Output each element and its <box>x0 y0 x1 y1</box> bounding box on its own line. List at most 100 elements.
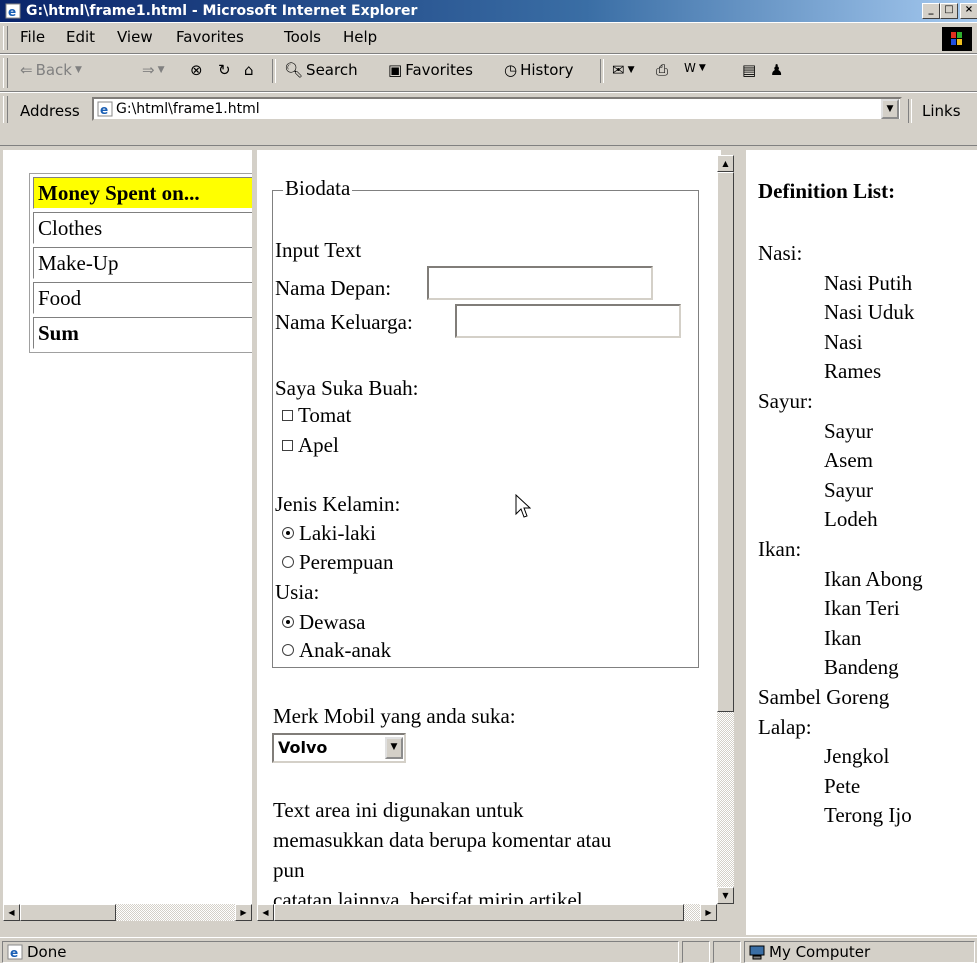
standard-toolbar: ⇐ Back ▼ ⇒ ▼ ⊗ ↻ ⌂ 🔍︎ Search ▣ Favorites ◷ His… <box>0 54 977 92</box>
definition-description: Lodeh <box>824 507 878 532</box>
ie-page-icon: e <box>7 944 23 960</box>
discuss-button[interactable]: ▤ <box>742 61 756 79</box>
radio-perempuan[interactable]: Perempuan <box>282 550 393 575</box>
definition-term: Sayur: <box>758 388 813 413</box>
definition-list-title: Definition List: <box>758 179 896 203</box>
title-bar[interactable]: e G:\html\frame1.html - Microsoft Intern… <box>0 0 977 22</box>
menu-grip[interactable] <box>3 26 8 50</box>
left-frame: Money Spent on... Clothes Make-Up Food S… <box>3 150 252 904</box>
status-bar: e Done My Computer <box>0 937 977 963</box>
menu-tools[interactable]: Tools <box>284 28 321 46</box>
messenger-button[interactable]: ♟ <box>770 61 783 79</box>
back-label: Back <box>35 61 72 79</box>
definition-description: Ikan <box>824 625 862 650</box>
stop-button[interactable]: ⊗ <box>190 61 203 79</box>
definition-description: Sayur <box>824 418 873 443</box>
back-arrow-icon: ⇐ <box>20 61 33 79</box>
radio-button-checked[interactable] <box>282 527 294 540</box>
radio-label: Dewasa <box>299 610 366 634</box>
forward-arrow-icon: ⇒ <box>142 61 155 79</box>
checkbox-label: Apel <box>298 433 339 457</box>
back-button[interactable]: ⇐ Back ▼ <box>20 61 82 79</box>
table-header-cell: Money Spent on... <box>33 177 252 209</box>
definition-description: Rames <box>824 359 882 384</box>
status-pane <box>682 941 710 963</box>
radio-anak-anak[interactable]: Anak-anak <box>282 638 391 663</box>
radio-button[interactable] <box>282 644 294 657</box>
checkbox-box[interactable] <box>282 439 293 451</box>
definition-term: Ikan: <box>758 536 802 561</box>
messenger-icon: ♟ <box>770 61 784 79</box>
mail-button[interactable]: ✉ ▼ <box>612 61 635 79</box>
mouse-cursor-icon <box>515 494 531 518</box>
menu-edit[interactable]: Edit <box>66 28 95 46</box>
scroll-thumb[interactable] <box>717 172 734 712</box>
home-button[interactable]: ⌂ <box>244 61 254 79</box>
scroll-right-button[interactable]: ▶ <box>700 904 717 921</box>
checkbox-tomat[interactable]: Tomat <box>282 403 351 428</box>
buah-label: Saya Suka Buah: <box>275 376 419 400</box>
radio-label: Laki-laki <box>299 521 376 545</box>
favorites-button[interactable]: ▣ Favorites <box>388 61 473 79</box>
textarea-line: catatan lainnya, bersifat mirip artikel. <box>273 888 588 904</box>
discuss-icon: ▤ <box>742 61 757 79</box>
definition-description: Terong Ijo <box>824 803 912 828</box>
nama-keluarga-label: Nama Keluarga: <box>275 310 413 334</box>
usia-label: Usia: <box>275 580 320 604</box>
table-cell-clothes: Clothes <box>33 212 252 244</box>
definition-description: Ikan Abong <box>824 566 923 591</box>
mobil-select[interactable]: Volvo ▼ <box>272 733 406 763</box>
toolbar-separator <box>272 59 276 83</box>
print-button[interactable]: ⎙ <box>656 61 668 79</box>
zone-text: My Computer <box>769 943 871 961</box>
definition-description: Nasi <box>824 329 863 354</box>
menu-file[interactable]: File <box>20 28 45 46</box>
mobil-label: Merk Mobil yang anda suka: <box>273 704 516 728</box>
address-dropdown-button[interactable]: ▼ <box>881 99 899 119</box>
forward-button[interactable]: ⇒ ▼ <box>142 61 165 79</box>
address-input[interactable]: e G:\html\frame1.html <box>92 97 902 121</box>
radio-laki-laki[interactable]: Laki-laki <box>282 521 376 546</box>
search-label: Search <box>306 61 358 79</box>
maximize-button[interactable]: □ <box>940 3 958 19</box>
scroll-left-button[interactable]: ◀ <box>3 904 20 921</box>
mobil-selected-value: Volvo <box>278 738 328 757</box>
textarea-line: pun <box>273 858 305 882</box>
nama-depan-input[interactable] <box>427 266 653 300</box>
nama-keluarga-input[interactable] <box>455 304 681 338</box>
links-button[interactable]: Links <box>922 102 961 120</box>
radio-button-checked[interactable] <box>282 616 294 629</box>
scroll-thumb[interactable] <box>274 904 684 921</box>
definition-description: Nasi Uduk <box>824 300 915 325</box>
radio-button[interactable] <box>282 556 294 569</box>
select-dropdown-button[interactable]: ▼ <box>385 737 403 759</box>
toolbar-grip[interactable] <box>3 58 8 88</box>
svg-text:e: e <box>8 5 16 19</box>
close-button[interactable]: × <box>960 3 977 19</box>
chevron-down-icon: ▼ <box>698 63 706 73</box>
scroll-left-button[interactable]: ◀ <box>257 904 274 921</box>
radio-dewasa[interactable]: Dewasa <box>282 610 365 635</box>
checkbox-apel[interactable]: Apel <box>282 433 339 458</box>
chevron-down-icon: ▼ <box>157 65 165 75</box>
definition-description: Sayur <box>824 477 873 502</box>
favorites-label: Favorites <box>405 61 473 79</box>
kelamin-label: Jenis Kelamin: <box>275 492 401 516</box>
scroll-thumb[interactable] <box>20 904 116 921</box>
scroll-up-button[interactable]: ▲ <box>717 155 734 172</box>
menu-view[interactable]: View <box>117 28 153 46</box>
search-button[interactable]: 🔍︎ Search <box>284 61 358 79</box>
menu-help[interactable]: Help <box>343 28 377 46</box>
minimize-button[interactable]: _ <box>922 3 940 19</box>
ie-page-icon: e <box>97 101 113 117</box>
zone-pane: My Computer <box>744 941 975 963</box>
history-button[interactable]: ◷ History <box>504 61 573 79</box>
scroll-right-button[interactable]: ▶ <box>235 904 252 921</box>
menu-favorites[interactable]: Favorites <box>176 28 244 46</box>
refresh-button[interactable]: ↻ <box>218 61 231 79</box>
edit-button[interactable]: W ▼ <box>684 61 706 75</box>
scroll-down-button[interactable]: ▼ <box>717 887 734 904</box>
history-label: History <box>520 61 574 79</box>
checkbox-box[interactable] <box>282 409 293 421</box>
address-grip[interactable] <box>3 96 8 123</box>
